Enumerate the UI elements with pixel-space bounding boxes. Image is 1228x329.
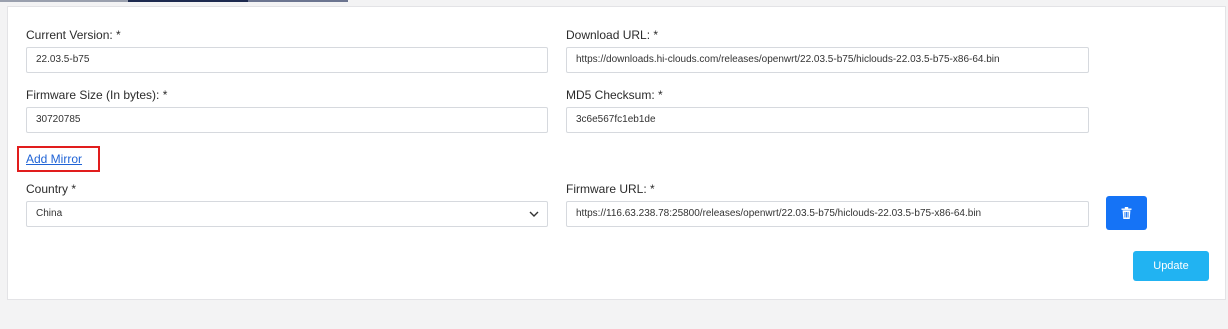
update-button-label: Update: [1153, 260, 1189, 272]
tab-indicator-3: [248, 0, 348, 2]
trash-icon: [1121, 207, 1132, 219]
firmware-url-label: Firmware URL: *: [566, 182, 655, 196]
tab-indicator-strip: [0, 0, 350, 2]
add-mirror-link[interactable]: Add Mirror: [26, 152, 82, 166]
current-version-label: Current Version: *: [26, 28, 121, 42]
md5-checksum-input[interactable]: 3c6e567fc1eb1de: [566, 107, 1089, 133]
country-label: Country *: [26, 182, 77, 196]
tab-indicator-2: [128, 0, 248, 2]
firmware-size-input[interactable]: 30720785: [26, 107, 548, 133]
download-url-input[interactable]: https://downloads.hi-clouds.com/releases…: [566, 47, 1089, 73]
country-select-value: China: [36, 208, 63, 219]
chevron-down-icon: [529, 211, 539, 217]
firmware-url-input[interactable]: https://116.63.238.78:25800/releases/ope…: [566, 201, 1089, 227]
tab-indicator-1: [0, 0, 128, 2]
update-button[interactable]: Update: [1133, 251, 1209, 281]
md5-checksum-label: MD5 Checksum: *: [566, 88, 663, 102]
country-select[interactable]: China: [26, 201, 548, 227]
download-url-label: Download URL: *: [566, 28, 659, 42]
firmware-size-label: Firmware Size (In bytes): *: [26, 88, 168, 102]
delete-mirror-button[interactable]: [1106, 196, 1147, 230]
current-version-input[interactable]: 22.03.5-b75: [26, 47, 548, 73]
